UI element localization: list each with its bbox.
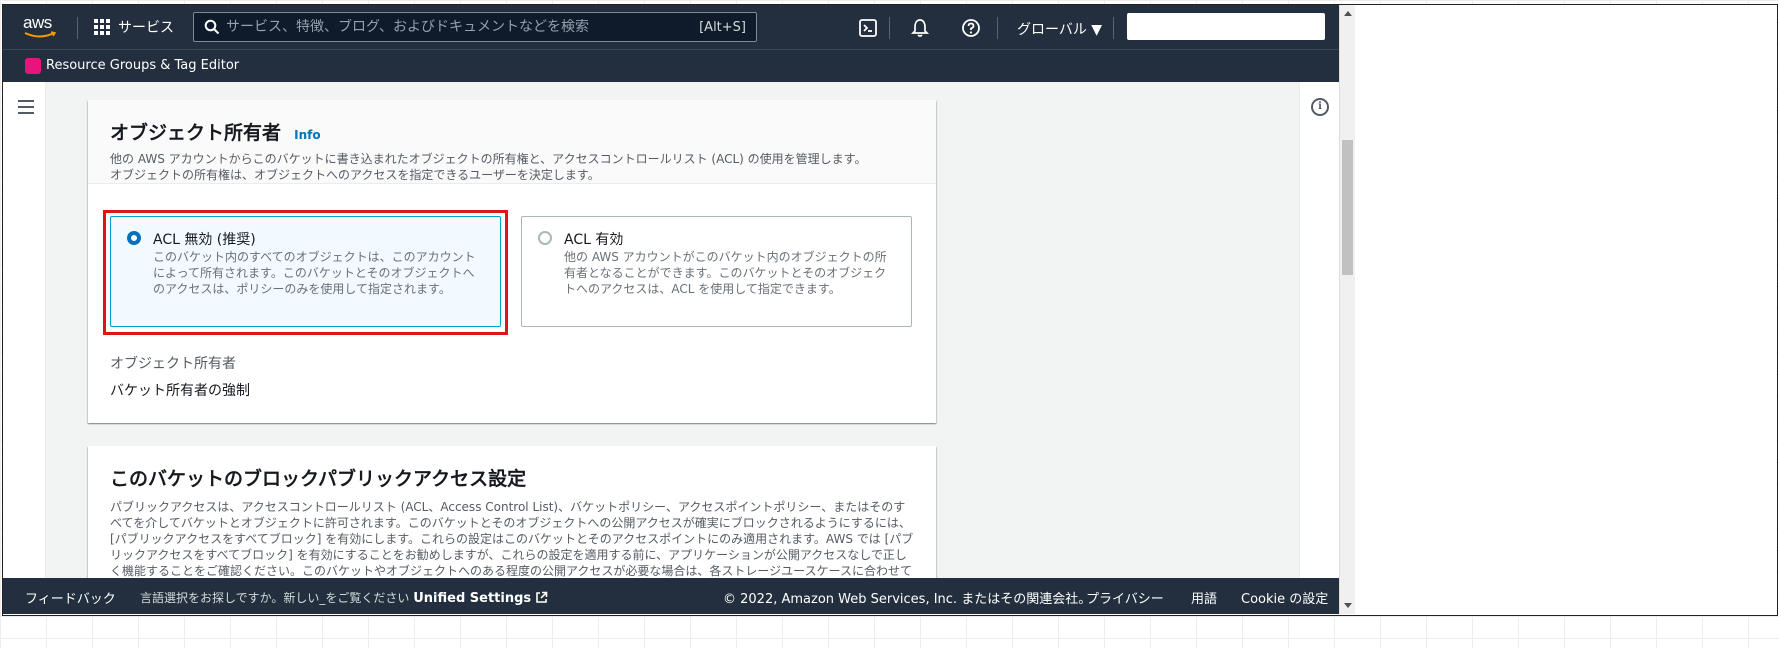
panel-description-line: オブジェクトの所有権は、オブジェクトへのアクセスを指定できるユーザーを決定します… xyxy=(110,168,600,182)
nav-divider xyxy=(997,17,998,39)
option-title: ACL 有効 xyxy=(564,232,624,248)
panel-title: このバケットのブロックパブリックアクセス設定 xyxy=(110,468,527,490)
cloudshell-icon[interactable] xyxy=(858,18,878,38)
help-icon[interactable] xyxy=(961,18,981,38)
scroll-down-arrow-icon[interactable] xyxy=(1344,603,1352,608)
panel-description-line: 他の AWS アカウントからこのバケットに書き込まれたオブジェクトの所有権と、ア… xyxy=(110,152,867,166)
aws-logo-text: aws xyxy=(23,13,52,32)
aws-console: aws サービス [Alt+S] xyxy=(3,5,1339,614)
search-icon xyxy=(204,19,220,35)
console-footer: フィードバック 言語選択をお探しですか。新しい_をご覧ください Unified … xyxy=(3,578,1339,614)
bell-icon[interactable] xyxy=(910,18,930,38)
panel-description: 他の AWS アカウントからこのバケットに書き込まれたオブジェクトの所有権と、ア… xyxy=(110,151,914,183)
acl-disabled-radio[interactable] xyxy=(127,231,141,245)
aws-smile-icon xyxy=(24,31,57,38)
left-navigation-rail xyxy=(3,82,46,582)
external-link-icon xyxy=(536,591,548,603)
terms-link[interactable]: 用語 xyxy=(1191,588,1217,607)
privacy-link[interactable]: プライバシー xyxy=(1086,588,1164,607)
feedback-link[interactable]: フィードバック xyxy=(25,588,116,607)
option-description: 他の AWS アカウントがこのバケット内のオブジェクトの所有者となることができま… xyxy=(564,250,887,296)
scroll-thumb[interactable] xyxy=(1342,140,1353,275)
option-description: このバケット内のすべてのオブジェクトは、このアカウントによって所有されます。この… xyxy=(153,250,476,296)
acl-enabled-option[interactable]: ACL 有効 他の AWS アカウントがこのバケット内のオブジェクトの所有者とな… xyxy=(521,216,912,327)
services-menu-button[interactable]: サービス xyxy=(94,17,174,37)
services-label: サービス xyxy=(118,20,174,36)
panel-title: オブジェクト所有者 xyxy=(110,122,282,144)
nav-divider xyxy=(77,17,78,39)
language-notice: 言語選択をお探しですか。新しい_をご覧ください Unified Settings xyxy=(140,589,548,606)
top-navigation: aws サービス [Alt+S] xyxy=(3,5,1339,49)
scroll-up-arrow-icon[interactable] xyxy=(1344,11,1352,16)
account-menu-button[interactable] xyxy=(1127,13,1325,40)
grid-icon xyxy=(94,19,110,35)
acl-enabled-radio[interactable] xyxy=(538,231,552,245)
option-title: ACL 無効 (推奨) xyxy=(153,232,256,248)
nav-divider xyxy=(1113,17,1114,39)
panel-header: オブジェクト所有者 Info 他の AWS アカウントからこのバケットに書き込ま… xyxy=(88,100,936,184)
service-favorites-bar: Resource Groups & Tag Editor xyxy=(3,49,1339,82)
copyright-text: © 2022, Amazon Web Services, Inc. またはその関… xyxy=(723,592,1092,607)
aws-logo[interactable]: aws xyxy=(23,13,59,39)
info-link[interactable]: Info xyxy=(294,128,320,142)
region-selector[interactable]: グローバル ▼ xyxy=(1017,19,1102,39)
search-bar[interactable]: [Alt+S] xyxy=(193,12,757,42)
object-ownership-panel: オブジェクト所有者 Info 他の AWS アカウントからこのバケットに書き込ま… xyxy=(88,100,936,423)
search-input[interactable] xyxy=(220,19,700,35)
vertical-scrollbar[interactable] xyxy=(1339,5,1355,614)
service-shortcut-resource-groups[interactable]: Resource Groups & Tag Editor xyxy=(46,58,239,73)
object-owner-label: オブジェクト所有者 xyxy=(110,356,236,372)
unified-settings-link[interactable]: Unified Settings xyxy=(413,591,531,606)
info-panel-icon[interactable]: i xyxy=(1311,98,1329,116)
right-help-rail: i xyxy=(1299,82,1339,582)
search-shortcut: [Alt+S] xyxy=(699,19,746,35)
resource-groups-icon xyxy=(25,58,41,74)
hamburger-menu-icon[interactable] xyxy=(18,100,34,118)
cookie-settings-link[interactable]: Cookie の設定 xyxy=(1241,588,1328,607)
object-owner-value: バケット所有者の強制 xyxy=(110,383,250,399)
nav-divider xyxy=(889,17,890,39)
acl-disabled-option[interactable]: ACL 無効 (推奨) このバケット内のすべてのオブジェクトは、このアカウントに… xyxy=(110,216,501,327)
language-notice-text: 言語選択をお探しですか。新しい_をご覧ください xyxy=(140,591,410,605)
